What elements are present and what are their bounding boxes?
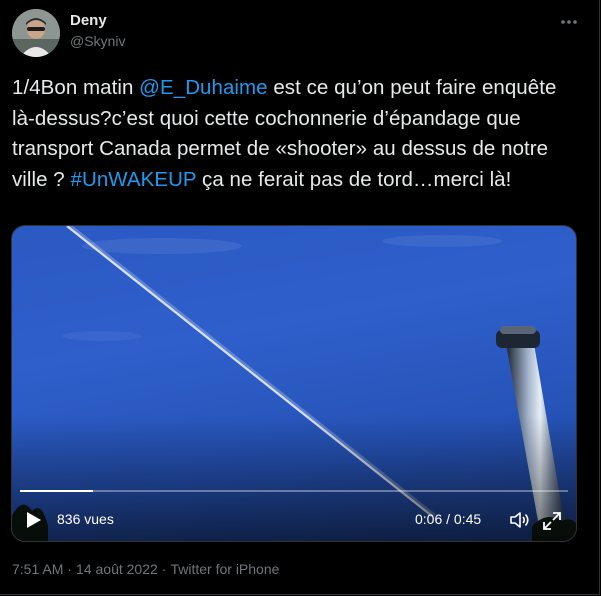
mention-link[interactable]: @E_Duhaime [139,76,267,99]
play-button[interactable] [24,509,44,531]
volume-icon [510,512,529,528]
video-player[interactable]: 836 vues 0:06 / 0:45 [11,225,577,542]
more-horizontal-icon [561,20,577,24]
video-progress-fill [20,490,93,492]
tweet-metadata: 7:51 AM · 14 août 2022 · Twitter for iPhone [12,561,279,577]
video-progress-bar[interactable] [20,490,568,492]
play-icon [27,512,41,528]
tweet-card: Deny @Skyniv 1/4Bon matin @E_Duhaime est… [0,0,600,595]
tweet-source[interactable]: Twitter for iPhone [170,561,279,577]
fullscreen-button[interactable] [542,511,562,531]
video-time: 0:06 / 0:45 [415,511,482,527]
volume-button[interactable] [509,510,531,530]
tweet-time[interactable]: 7:51 AM [12,561,63,577]
hashtag-link[interactable]: #UnWAKEUP [71,168,197,191]
separator: · [161,561,167,577]
more-options-button[interactable] [555,10,583,34]
tweet-text-part: ça ne ferait pas de tord…merci là! [196,167,512,191]
video-frame [12,226,576,541]
view-count: 836 vues [57,511,114,527]
author-handle[interactable]: @Skyniv [70,33,125,49]
tweet-text-part: 1/4Bon matin [12,76,140,99]
fullscreen-icon [543,512,561,530]
author-name[interactable]: Deny [70,12,107,29]
avatar[interactable] [12,9,60,57]
separator: · [67,561,73,577]
tweet-date[interactable]: 14 août 2022 [76,561,158,577]
tweet-text: 1/4Bon matin @E_Duhaime est ce qu’on peu… [12,73,582,195]
